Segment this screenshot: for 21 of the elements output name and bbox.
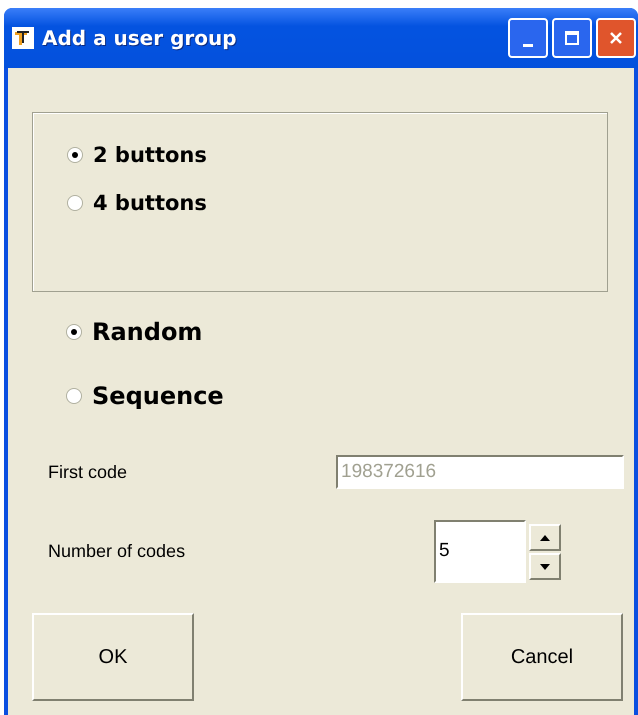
up-arrow-icon (540, 534, 550, 540)
radio-option[interactable]: 2 buttons (67, 143, 607, 167)
app-icon (12, 27, 34, 49)
field-label: First code (48, 462, 128, 482)
maximize-button[interactable] (552, 18, 592, 58)
spin-down-button[interactable] (529, 553, 561, 580)
window-title: Add a user group (42, 26, 238, 50)
dialog-button[interactable]: OK (32, 613, 194, 701)
radio-option[interactable]: Sequence (66, 384, 634, 408)
close-icon (608, 30, 624, 46)
close-button[interactable] (596, 18, 636, 58)
radio-option[interactable]: 4 buttons (67, 191, 607, 215)
minimize-button[interactable] (508, 18, 548, 58)
spin-field[interactable]: 5 (434, 520, 526, 583)
dialog-button[interactable]: Cancel (461, 613, 623, 701)
field-label: Number of codes (48, 541, 186, 562)
minimize-icon (523, 44, 533, 46)
down-arrow-icon (540, 564, 550, 570)
spin-up-button[interactable] (529, 524, 561, 551)
maximize-icon (564, 30, 580, 46)
radio-option[interactable]: Random (66, 320, 634, 344)
